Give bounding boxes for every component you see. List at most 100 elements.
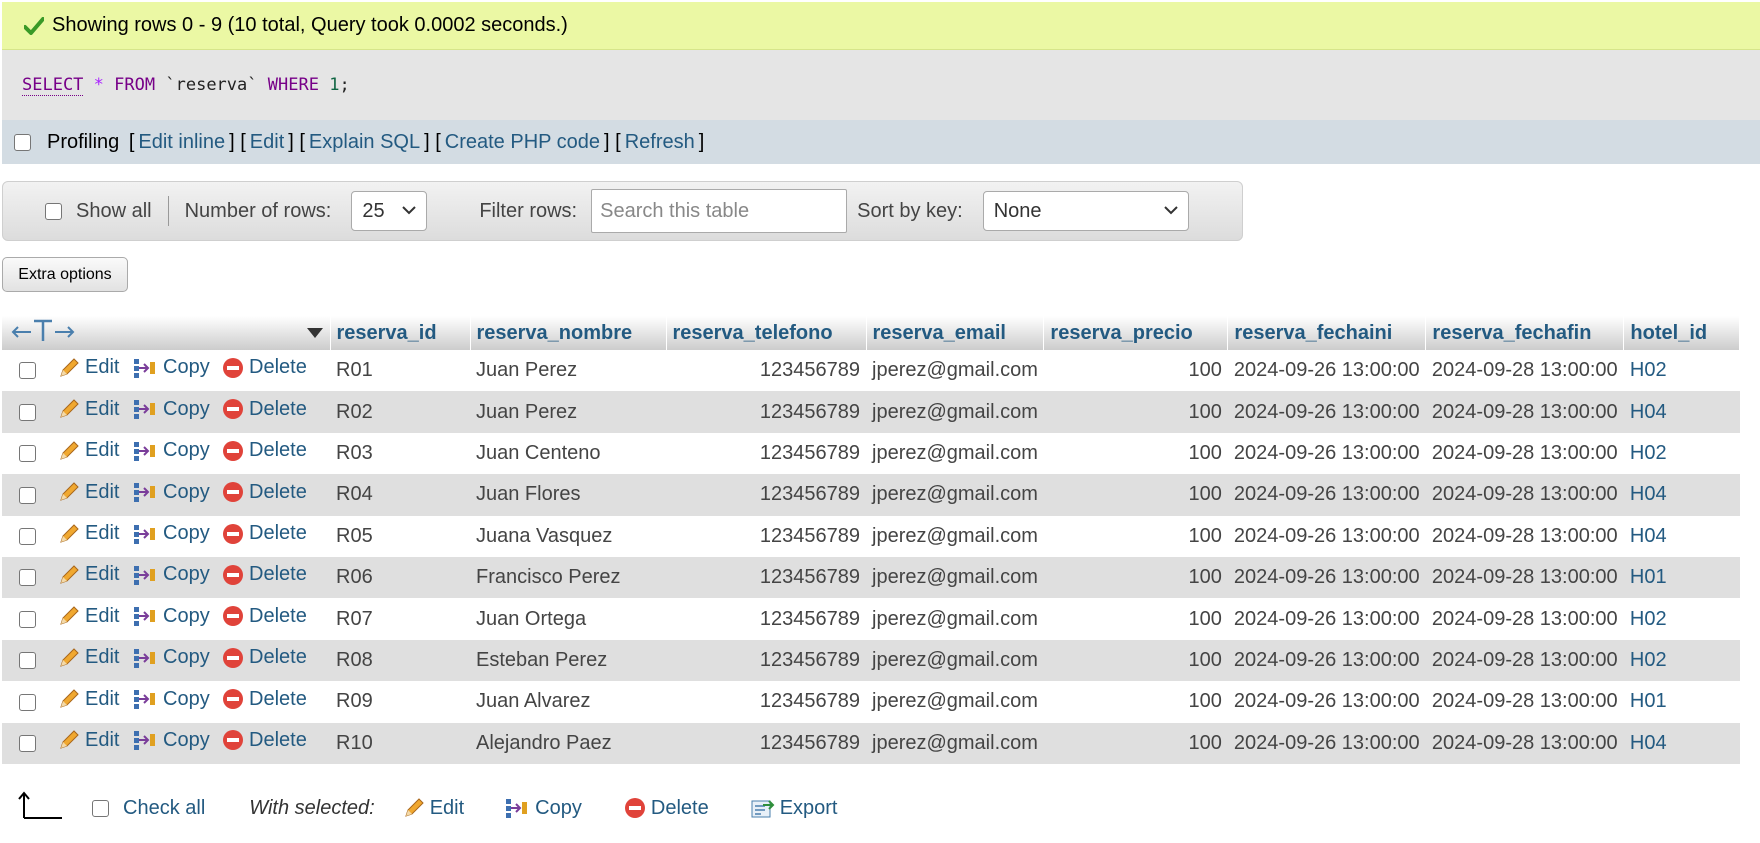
explain-sql-link[interactable]: Explain SQL	[309, 131, 420, 154]
row-copy-button[interactable]: Copy	[132, 646, 210, 669]
cell-reserva-precio[interactable]: 100	[1043, 639, 1228, 682]
column-header-reserva-id[interactable]: reserva_id	[330, 316, 471, 350]
check-all-link[interactable]: Check all	[123, 797, 205, 820]
cell-reserva-email[interactable]: jperez@gmail.com	[866, 474, 1044, 516]
row-checkbox[interactable]	[18, 445, 36, 463]
cell-reserva-precio[interactable]: 100	[1043, 391, 1228, 433]
column-header-hotel-id[interactable]: hotel_id	[1623, 316, 1740, 350]
row-delete-button[interactable]: Delete	[222, 481, 307, 504]
cell-reserva-email[interactable]: jperez@gmail.com	[866, 598, 1044, 640]
cell-reserva-fechafin[interactable]: 2024-09-28 13:00:00	[1425, 639, 1624, 682]
cell-reserva-precio[interactable]: 100	[1043, 598, 1228, 640]
cell-reserva-precio[interactable]: 100	[1043, 722, 1228, 764]
cell-hotel-id-link[interactable]: H04	[1623, 391, 1740, 433]
table-row[interactable]: Edit Copy Delete R05 Juana Vasquez 123456789 j…	[2, 515, 1740, 557]
row-copy-button[interactable]: Copy	[132, 398, 210, 421]
refresh-link[interactable]: Refresh	[625, 131, 695, 154]
table-row[interactable]: Edit Copy Delete R09 Juan Alvarez 123456789 jp…	[2, 681, 1740, 723]
cell-reserva-precio[interactable]: 100	[1043, 556, 1228, 599]
cell-hotel-id-link[interactable]: H04	[1623, 722, 1740, 764]
row-delete-button[interactable]: Delete	[222, 439, 307, 462]
row-copy-button[interactable]: Copy	[132, 356, 210, 379]
cell-reserva-nombre[interactable]: Esteban Perez	[470, 639, 666, 682]
cell-reserva-fechafin[interactable]: 2024-09-28 13:00:00	[1425, 681, 1624, 723]
row-delete-button[interactable]: Delete	[222, 522, 307, 545]
cell-hotel-id-link[interactable]: H04	[1623, 515, 1740, 557]
sql-query[interactable]: SELECT * FROM `reserva` WHERE 1;	[2, 50, 1760, 120]
row-delete-button[interactable]: Delete	[222, 688, 307, 711]
create-php-code-link[interactable]: Create PHP code	[445, 131, 600, 154]
rows-select[interactable]: 25	[351, 191, 428, 231]
show-all-label[interactable]: Show all	[76, 200, 152, 223]
row-edit-button[interactable]: Edit	[58, 563, 119, 586]
row-checkbox[interactable]	[18, 652, 36, 670]
row-checkbox[interactable]	[18, 527, 36, 545]
cell-reserva-telefono[interactable]: 123456789	[666, 722, 866, 764]
cell-reserva-fechaini[interactable]: 2024-09-26 13:00:00	[1227, 722, 1426, 764]
sort-triangle-icon[interactable]	[306, 322, 324, 345]
cell-reserva-email[interactable]: jperez@gmail.com	[866, 556, 1044, 599]
table-row[interactable]: Edit Copy Delete R07 Juan Ortega 123456789 jpe…	[2, 598, 1740, 640]
row-delete-button[interactable]: Delete	[222, 646, 307, 669]
column-header-reserva-precio[interactable]: reserva_precio	[1043, 316, 1229, 350]
cell-reserva-fechafin[interactable]: 2024-09-28 13:00:00	[1425, 474, 1624, 516]
cell-reserva-telefono[interactable]: 123456789	[666, 681, 866, 723]
table-row[interactable]: Edit Copy Delete R02 Juan Perez 123456789 jper…	[2, 391, 1740, 433]
row-edit-button[interactable]: Edit	[58, 646, 119, 669]
cell-reserva-fechafin[interactable]: 2024-09-28 13:00:00	[1425, 350, 1624, 392]
row-copy-button[interactable]: Copy	[132, 688, 210, 711]
cell-hotel-id-link[interactable]: H02	[1623, 639, 1740, 682]
cell-reserva-email[interactable]: jperez@gmail.com	[866, 515, 1044, 557]
cell-reserva-email[interactable]: jperez@gmail.com	[866, 391, 1044, 433]
bulk-edit-button[interactable]: Edit	[403, 797, 464, 820]
cell-reserva-fechafin[interactable]: 2024-09-28 13:00:00	[1425, 556, 1624, 599]
check-all-checkbox[interactable]	[92, 799, 109, 817]
bulk-delete-button[interactable]: Delete	[624, 797, 709, 820]
table-row[interactable]: Edit Copy Delete R04 Juan Flores 123456789 jpe…	[2, 474, 1740, 516]
cell-reserva-nombre[interactable]: Juan Perez	[470, 391, 666, 433]
row-copy-button[interactable]: Copy	[132, 481, 210, 504]
cell-reserva-nombre[interactable]: Juan Alvarez	[470, 681, 666, 723]
cell-reserva-nombre[interactable]: Juan Ortega	[470, 598, 666, 640]
row-delete-button[interactable]: Delete	[222, 605, 307, 628]
cell-reserva-precio[interactable]: 100	[1043, 515, 1228, 557]
cell-reserva-email[interactable]: jperez@gmail.com	[866, 639, 1044, 682]
row-checkbox[interactable]	[18, 610, 36, 628]
cell-hotel-id-link[interactable]: H02	[1623, 598, 1740, 640]
extra-options-button[interactable]: Extra options	[2, 257, 128, 292]
sql-select[interactable]: SELECT	[22, 75, 84, 96]
cell-reserva-telefono[interactable]: 123456789	[666, 474, 866, 516]
arrow-right-icon[interactable]	[54, 322, 76, 345]
cell-reserva-id[interactable]: R02	[330, 391, 470, 433]
cell-reserva-fechaini[interactable]: 2024-09-26 13:00:00	[1227, 556, 1426, 599]
cell-reserva-id[interactable]: R05	[330, 515, 470, 557]
cell-reserva-email[interactable]: jperez@gmail.com	[866, 432, 1044, 475]
cell-reserva-telefono[interactable]: 123456789	[666, 432, 866, 475]
cell-reserva-fechafin[interactable]: 2024-09-28 13:00:00	[1425, 598, 1624, 640]
row-copy-button[interactable]: Copy	[132, 605, 210, 628]
table-row[interactable]: Edit Copy Delete R08 Esteban Perez 123456789 j…	[2, 639, 1740, 682]
cell-reserva-telefono[interactable]: 123456789	[666, 350, 866, 392]
cell-reserva-fechaini[interactable]: 2024-09-26 13:00:00	[1227, 474, 1426, 516]
cell-reserva-telefono[interactable]: 123456789	[666, 556, 866, 599]
row-delete-button[interactable]: Delete	[222, 729, 307, 752]
cell-reserva-fechafin[interactable]: 2024-09-28 13:00:00	[1425, 432, 1624, 475]
row-checkbox[interactable]	[18, 403, 36, 421]
row-checkbox[interactable]	[18, 569, 36, 587]
cell-hotel-id-link[interactable]: H02	[1623, 350, 1740, 392]
row-edit-button[interactable]: Edit	[58, 481, 119, 504]
column-header-reserva-email[interactable]: reserva_email	[866, 316, 1045, 350]
cell-reserva-nombre[interactable]: Juan Perez	[470, 350, 666, 392]
cell-reserva-id[interactable]: R10	[330, 722, 470, 764]
cell-hotel-id-link[interactable]: H04	[1623, 474, 1740, 516]
column-header-reserva-fechaini[interactable]: reserva_fechaini	[1227, 316, 1427, 350]
edit-link[interactable]: Edit	[250, 131, 284, 154]
table-row[interactable]: Edit Copy Delete R01 Juan Perez 123456789 jper…	[2, 350, 1740, 392]
cell-reserva-precio[interactable]: 100	[1043, 474, 1228, 516]
row-checkbox[interactable]	[18, 486, 36, 504]
cell-reserva-id[interactable]: R09	[330, 681, 470, 723]
sort-by-key-select[interactable]: None	[982, 191, 1189, 231]
cell-reserva-email[interactable]: jperez@gmail.com	[866, 350, 1044, 392]
cell-reserva-nombre[interactable]: Francisco Perez	[470, 556, 666, 599]
row-copy-button[interactable]: Copy	[132, 439, 210, 462]
